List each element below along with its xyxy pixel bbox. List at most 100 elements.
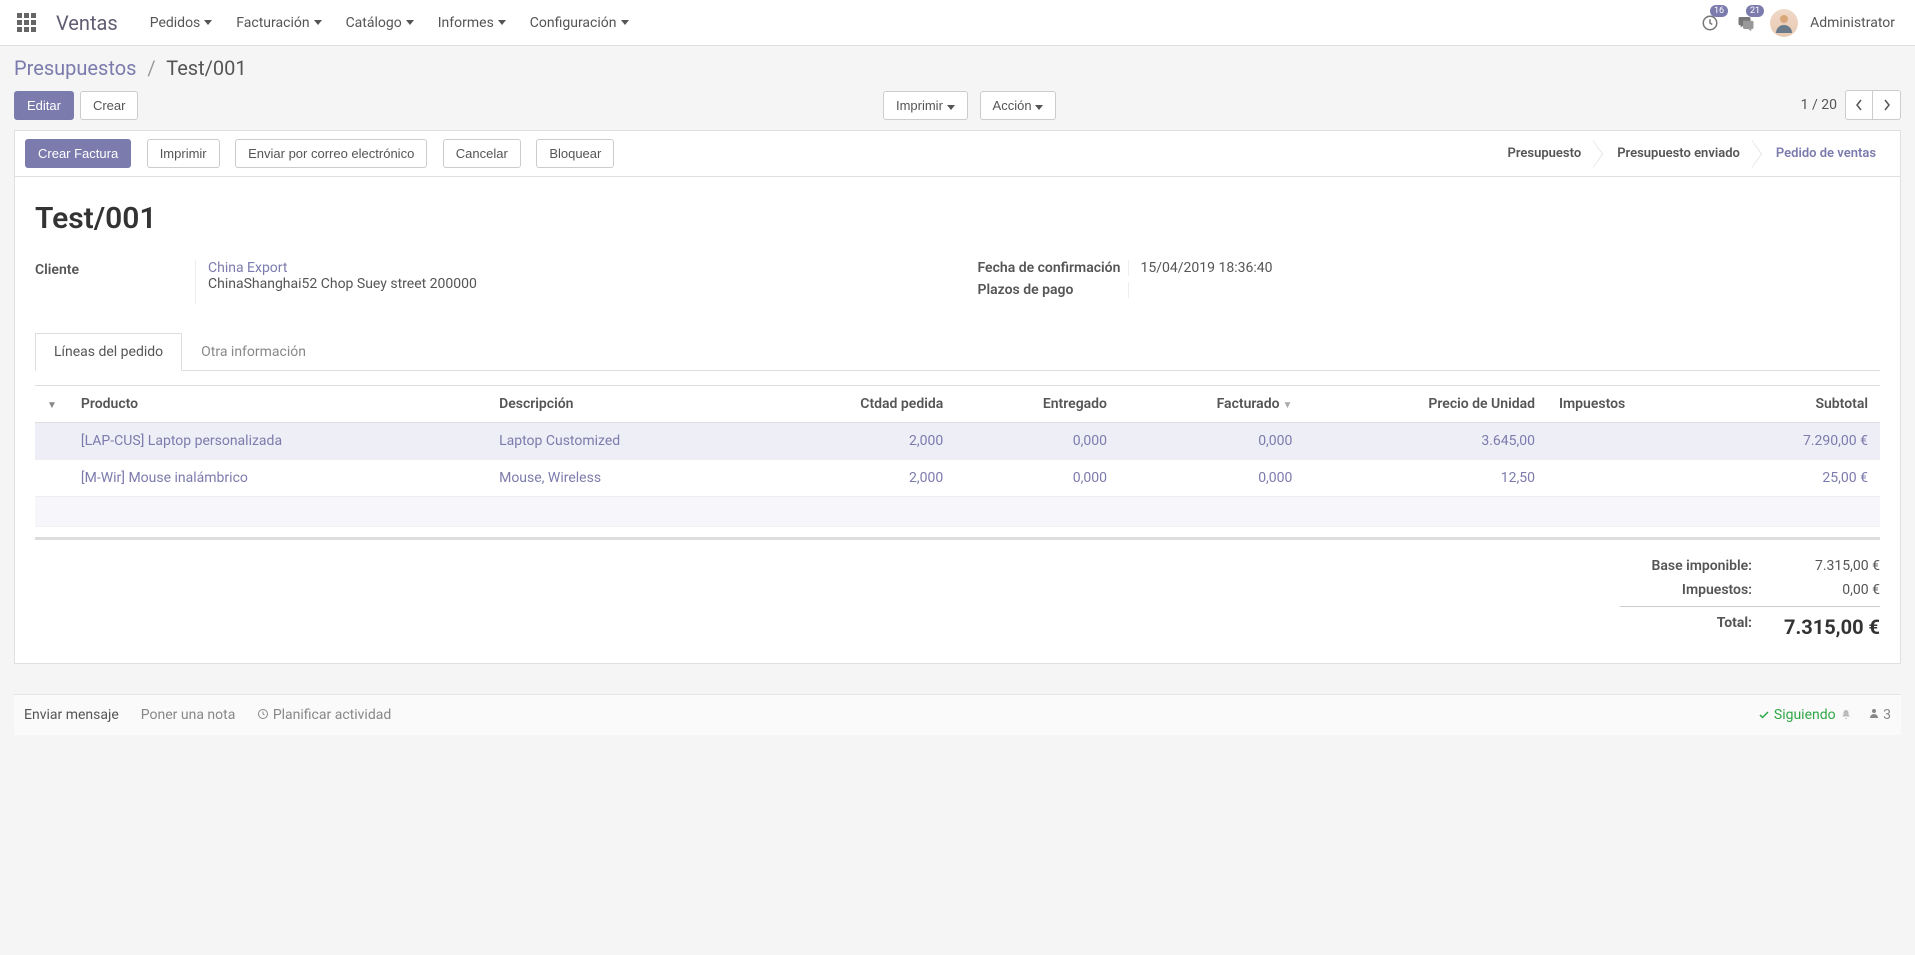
btn-label: Acción <box>993 98 1032 113</box>
col-expand[interactable]: ▼ <box>35 386 69 423</box>
cancel-button[interactable]: Cancelar <box>443 139 521 168</box>
label-plazos: Plazos de pago <box>978 282 1128 298</box>
order-lines-table: ▼ Producto Descripción Ctdad pedida Entr… <box>35 385 1880 527</box>
status-step-pedido[interactable]: Pedido de ventas <box>1754 140 1890 167</box>
top-navbar: Ventas Pedidos Facturación Catálogo Info… <box>0 0 1915 46</box>
chatter: Enviar mensaje Poner una nota Planificar… <box>14 694 1901 735</box>
schedule-activity-link[interactable]: Planificar actividad <box>257 707 391 723</box>
col-producto[interactable]: Producto <box>69 386 487 423</box>
cell-facturado: 0,000 <box>1119 460 1304 497</box>
log-note-link[interactable]: Poner una nota <box>141 707 236 723</box>
base-label: Base imponible: <box>1620 558 1770 574</box>
value-fecha: 15/04/2019 18:36:40 <box>1128 260 1881 276</box>
print-button[interactable]: Imprimir <box>147 139 220 168</box>
btn-label: Imprimir <box>896 98 943 113</box>
activities-icon[interactable]: 16 <box>1698 11 1722 35</box>
nav-pedidos[interactable]: Pedidos <box>138 0 225 46</box>
caret-down-icon <box>314 20 322 25</box>
totals-table: Base imponible: 7.315,00 € Impuestos: 0,… <box>1620 554 1880 643</box>
col-precio[interactable]: Precio de Unidad <box>1304 386 1547 423</box>
nav-catalogo[interactable]: Catálogo <box>334 0 426 46</box>
breadcrumb-current: Test/001 <box>166 56 246 80</box>
create-button[interactable]: Crear <box>80 91 139 120</box>
cell-precio: 12,50 <box>1304 460 1547 497</box>
cell-entregado: 0,000 <box>955 460 1119 497</box>
cell-producto[interactable]: [LAP-CUS] Laptop personalizada <box>69 423 487 460</box>
col-facturado[interactable]: Facturado▼ <box>1119 386 1304 423</box>
col-ctdad[interactable]: Ctdad pedida <box>757 386 956 423</box>
control-bar: Presupuestos / Test/001 Editar Crear Imp… <box>0 46 1915 130</box>
user-name[interactable]: Administrator <box>1810 15 1895 31</box>
cell-precio: 3.645,00 <box>1304 423 1547 460</box>
badge-count: 21 <box>1746 5 1764 17</box>
nav-label: Informes <box>438 15 494 31</box>
form-grid: Cliente China Export ChinaShanghai52 Cho… <box>35 260 1880 304</box>
nav-informes[interactable]: Informes <box>426 0 518 46</box>
create-invoice-button[interactable]: Crear Factura <box>25 139 131 168</box>
table-row[interactable]: [M-Wir] Mouse inalámbrico Mouse, Wireles… <box>35 460 1880 497</box>
col-impuestos[interactable]: Impuestos <box>1547 386 1715 423</box>
pager-prev[interactable] <box>1845 90 1873 120</box>
nav-menu: Pedidos Facturación Catálogo Informes Co… <box>138 0 641 46</box>
label-fecha: Fecha de confirmación <box>978 260 1128 276</box>
send-message-link[interactable]: Enviar mensaje <box>24 707 119 723</box>
nav-configuracion[interactable]: Configuración <box>518 0 641 46</box>
nav-label: Configuración <box>530 15 617 31</box>
apps-icon[interactable] <box>8 5 44 41</box>
breadcrumb-root[interactable]: Presupuestos <box>14 56 136 80</box>
total-label: Total: <box>1620 615 1770 639</box>
col-descripcion[interactable]: Descripción <box>487 386 757 423</box>
status-step-presupuesto[interactable]: Presupuesto <box>1494 140 1596 167</box>
following-label: Siguiendo <box>1774 707 1836 723</box>
send-email-button[interactable]: Enviar por correo electrónico <box>235 139 427 168</box>
status-steps: Presupuesto Presupuesto enviado Pedido d… <box>1494 140 1890 167</box>
tab-other[interactable]: Otra información <box>182 333 325 371</box>
record-title: Test/001 <box>35 201 1880 236</box>
action-dropdown[interactable]: Acción <box>980 91 1057 120</box>
status-step-enviado[interactable]: Presupuesto enviado <box>1595 140 1754 167</box>
messages-icon[interactable]: 21 <box>1734 11 1758 35</box>
cell-ctdad: 2,000 <box>757 423 956 460</box>
cell-entregado: 0,000 <box>955 423 1119 460</box>
caret-down-icon <box>406 20 414 25</box>
cliente-link[interactable]: China Export <box>208 260 938 276</box>
followers-num: 3 <box>1883 707 1891 723</box>
plan-label: Planificar actividad <box>273 707 391 723</box>
nav-facturacion[interactable]: Facturación <box>224 0 333 46</box>
following-button[interactable]: Siguiendo <box>1758 707 1852 723</box>
action-row: Editar Crear Imprimir Acción 1 / 20 <box>14 90 1901 130</box>
followers-count[interactable]: 3 <box>1868 707 1891 723</box>
table-row-blank <box>35 497 1880 527</box>
table-header-row: ▼ Producto Descripción Ctdad pedida Entr… <box>35 386 1880 423</box>
table-row[interactable]: [LAP-CUS] Laptop personalizada Laptop Cu… <box>35 423 1880 460</box>
print-dropdown[interactable]: Imprimir <box>883 91 968 120</box>
form-sheet: Test/001 Cliente China Export ChinaShang… <box>14 177 1901 664</box>
nav-right: 16 21 Administrator <box>1698 9 1907 37</box>
breadcrumb-sep: / <box>147 56 155 80</box>
pager-position: 1 / 20 <box>1801 97 1837 113</box>
row-handle[interactable] <box>35 423 69 460</box>
nav-label: Pedidos <box>150 15 201 31</box>
cell-subtotal: 7.290,00 € <box>1715 423 1880 460</box>
caret-down-icon <box>204 20 212 25</box>
cell-subtotal: 25,00 € <box>1715 460 1880 497</box>
col-label: Facturado <box>1217 396 1280 412</box>
nav-label: Facturación <box>236 15 309 31</box>
col-subtotal[interactable]: Subtotal <box>1715 386 1880 423</box>
app-brand[interactable]: Ventas <box>56 11 118 35</box>
col-entregado[interactable]: Entregado <box>955 386 1119 423</box>
edit-button[interactable]: Editar <box>14 91 74 120</box>
chatter-right: Siguiendo 3 <box>1758 707 1891 723</box>
row-handle[interactable] <box>35 460 69 497</box>
lock-button[interactable]: Bloquear <box>536 139 614 168</box>
action-center: Imprimir Acción <box>883 91 1056 120</box>
pager-next[interactable] <box>1873 90 1901 120</box>
workflow-buttons: Crear Factura Imprimir Enviar por correo… <box>25 139 620 168</box>
user-avatar[interactable] <box>1770 9 1798 37</box>
cell-impuestos <box>1547 423 1715 460</box>
cell-producto[interactable]: [M-Wir] Mouse inalámbrico <box>69 460 487 497</box>
sort-indicator-icon: ▼ <box>1283 400 1293 411</box>
tab-lines[interactable]: Líneas del pedido <box>35 333 182 371</box>
totals: Base imponible: 7.315,00 € Impuestos: 0,… <box>35 554 1880 643</box>
tabs: Líneas del pedido Otra información <box>35 332 1880 371</box>
